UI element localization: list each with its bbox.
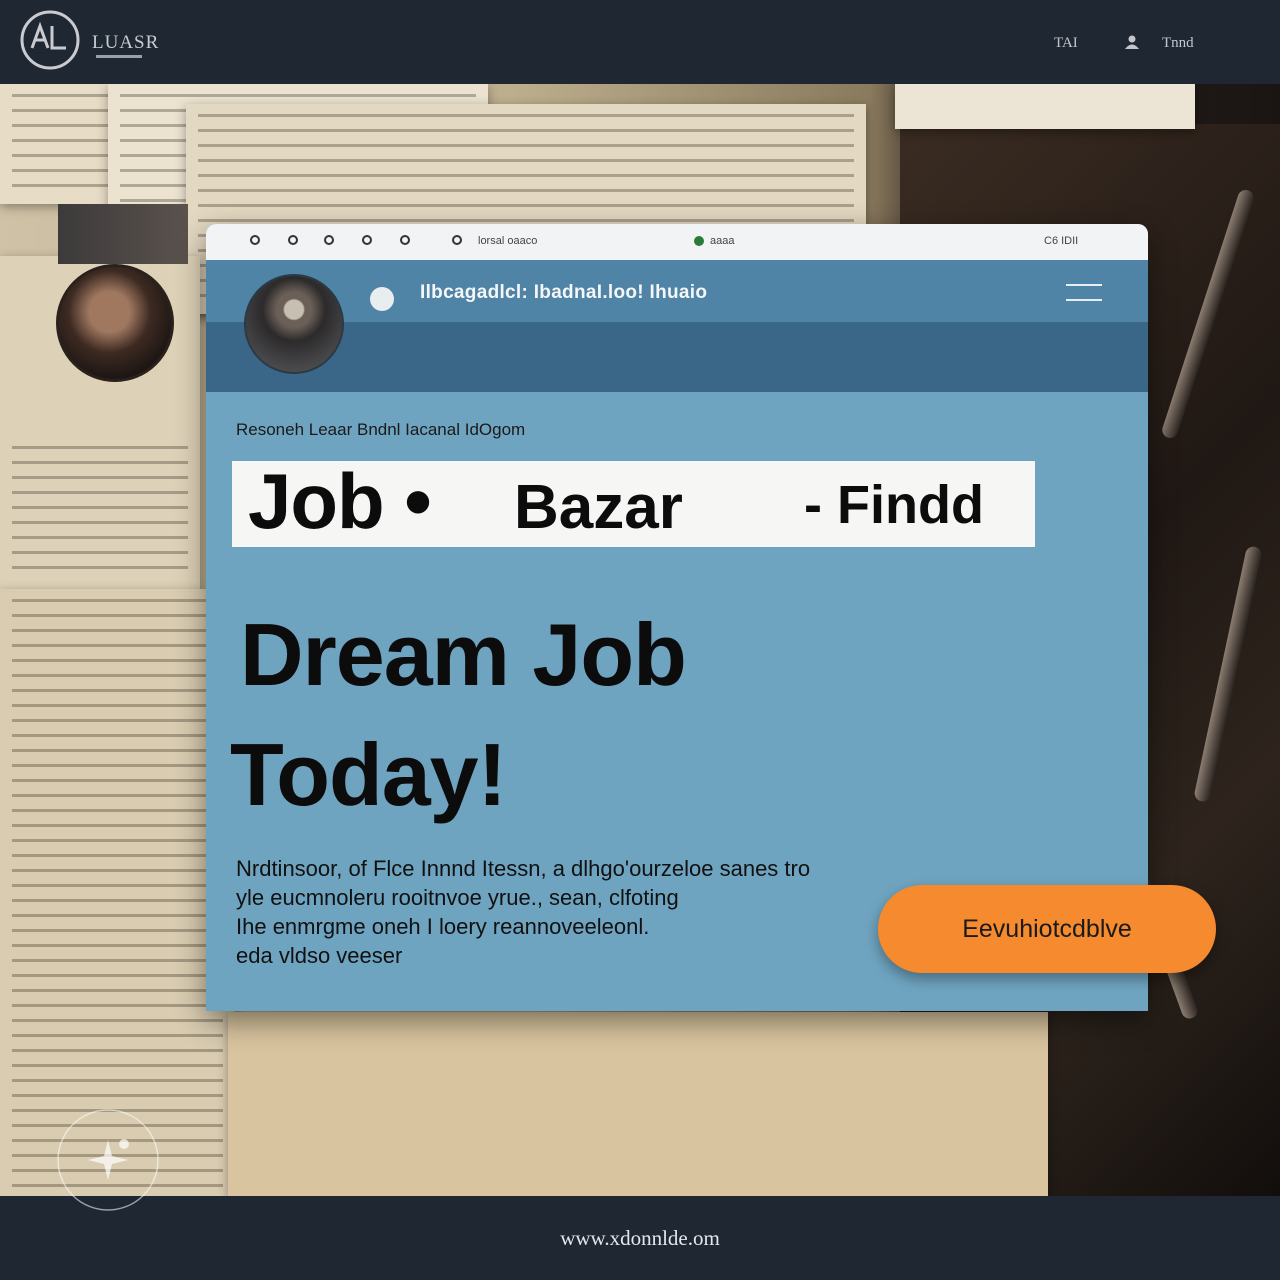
nav-indicator-icon <box>370 287 394 311</box>
window-control-icon[interactable] <box>400 235 410 245</box>
logo-underline <box>96 55 142 58</box>
headline-part-2: Bazar <box>514 473 683 542</box>
headline-line-2: Dream Job <box>240 605 687 704</box>
newspaper-clipping <box>895 84 1195 129</box>
browser-chrome: lorsal oaaco aaaa C6 IDII <box>206 224 1148 260</box>
address-bar[interactable]: aaaa <box>710 235 734 247</box>
description-line: yle eucmnoleru rooitnvoe yrue., sean, cl… <box>236 885 679 910</box>
clipping-photo <box>58 204 188 264</box>
ai-watermark-icon <box>57 1109 159 1211</box>
browser-menu[interactable]: C6 IDII <box>1044 235 1078 247</box>
window-control-icon[interactable] <box>324 235 334 245</box>
cta-button[interactable]: Eevuhiotcdblve <box>878 885 1216 973</box>
description-line: eda vldso veeser <box>236 943 403 968</box>
site-title[interactable]: Ilbcagadlcl: IbadnaI.loo! Ihuaio <box>420 282 707 304</box>
hero-description: Nrdtinsoor, of Flce Innnd Itessn, a dlhg… <box>236 854 936 970</box>
brand-logo-icon[interactable] <box>18 8 82 72</box>
description-line: Ihe enmrgme oneh I loery reannoveeleonl. <box>236 914 650 939</box>
window-control-icon[interactable] <box>250 235 260 245</box>
clipping-portrait <box>56 264 174 382</box>
hero-kicker: Resoneh Leaar Bndnl Iacanal IdOgom <box>236 420 526 439</box>
window-control-icon[interactable] <box>452 235 462 245</box>
hamburger-menu-icon[interactable] <box>1066 284 1102 302</box>
nav-link-2[interactable]: Tnnd <box>1162 35 1194 52</box>
description-line: Nrdtinsoor, of Flce Innnd Itessn, a dlhg… <box>236 856 811 881</box>
headline-line-3: Today! <box>230 725 507 824</box>
top-bar: LUASR TAI Tnnd <box>0 0 1280 84</box>
footer: www.xdonnlde.om <box>0 1196 1280 1280</box>
newspaper-clipping <box>228 1012 1048 1196</box>
nav-link-1[interactable]: TAI <box>1054 35 1078 52</box>
window-control-icon[interactable] <box>362 235 372 245</box>
profile-avatar[interactable] <box>244 274 344 374</box>
headline-part-3: - Findd <box>804 475 984 535</box>
window-control-icon[interactable] <box>288 235 298 245</box>
secure-lock-icon <box>694 236 704 246</box>
headline-part-1: Job • <box>248 457 432 545</box>
brand-name[interactable]: LUASR <box>92 32 159 54</box>
browser-tab[interactable]: lorsal oaaco <box>478 235 537 247</box>
site-subbar <box>206 322 1148 392</box>
footer-url[interactable]: www.xdonnlde.om <box>0 1226 1280 1251</box>
user-icon[interactable] <box>1122 34 1142 50</box>
